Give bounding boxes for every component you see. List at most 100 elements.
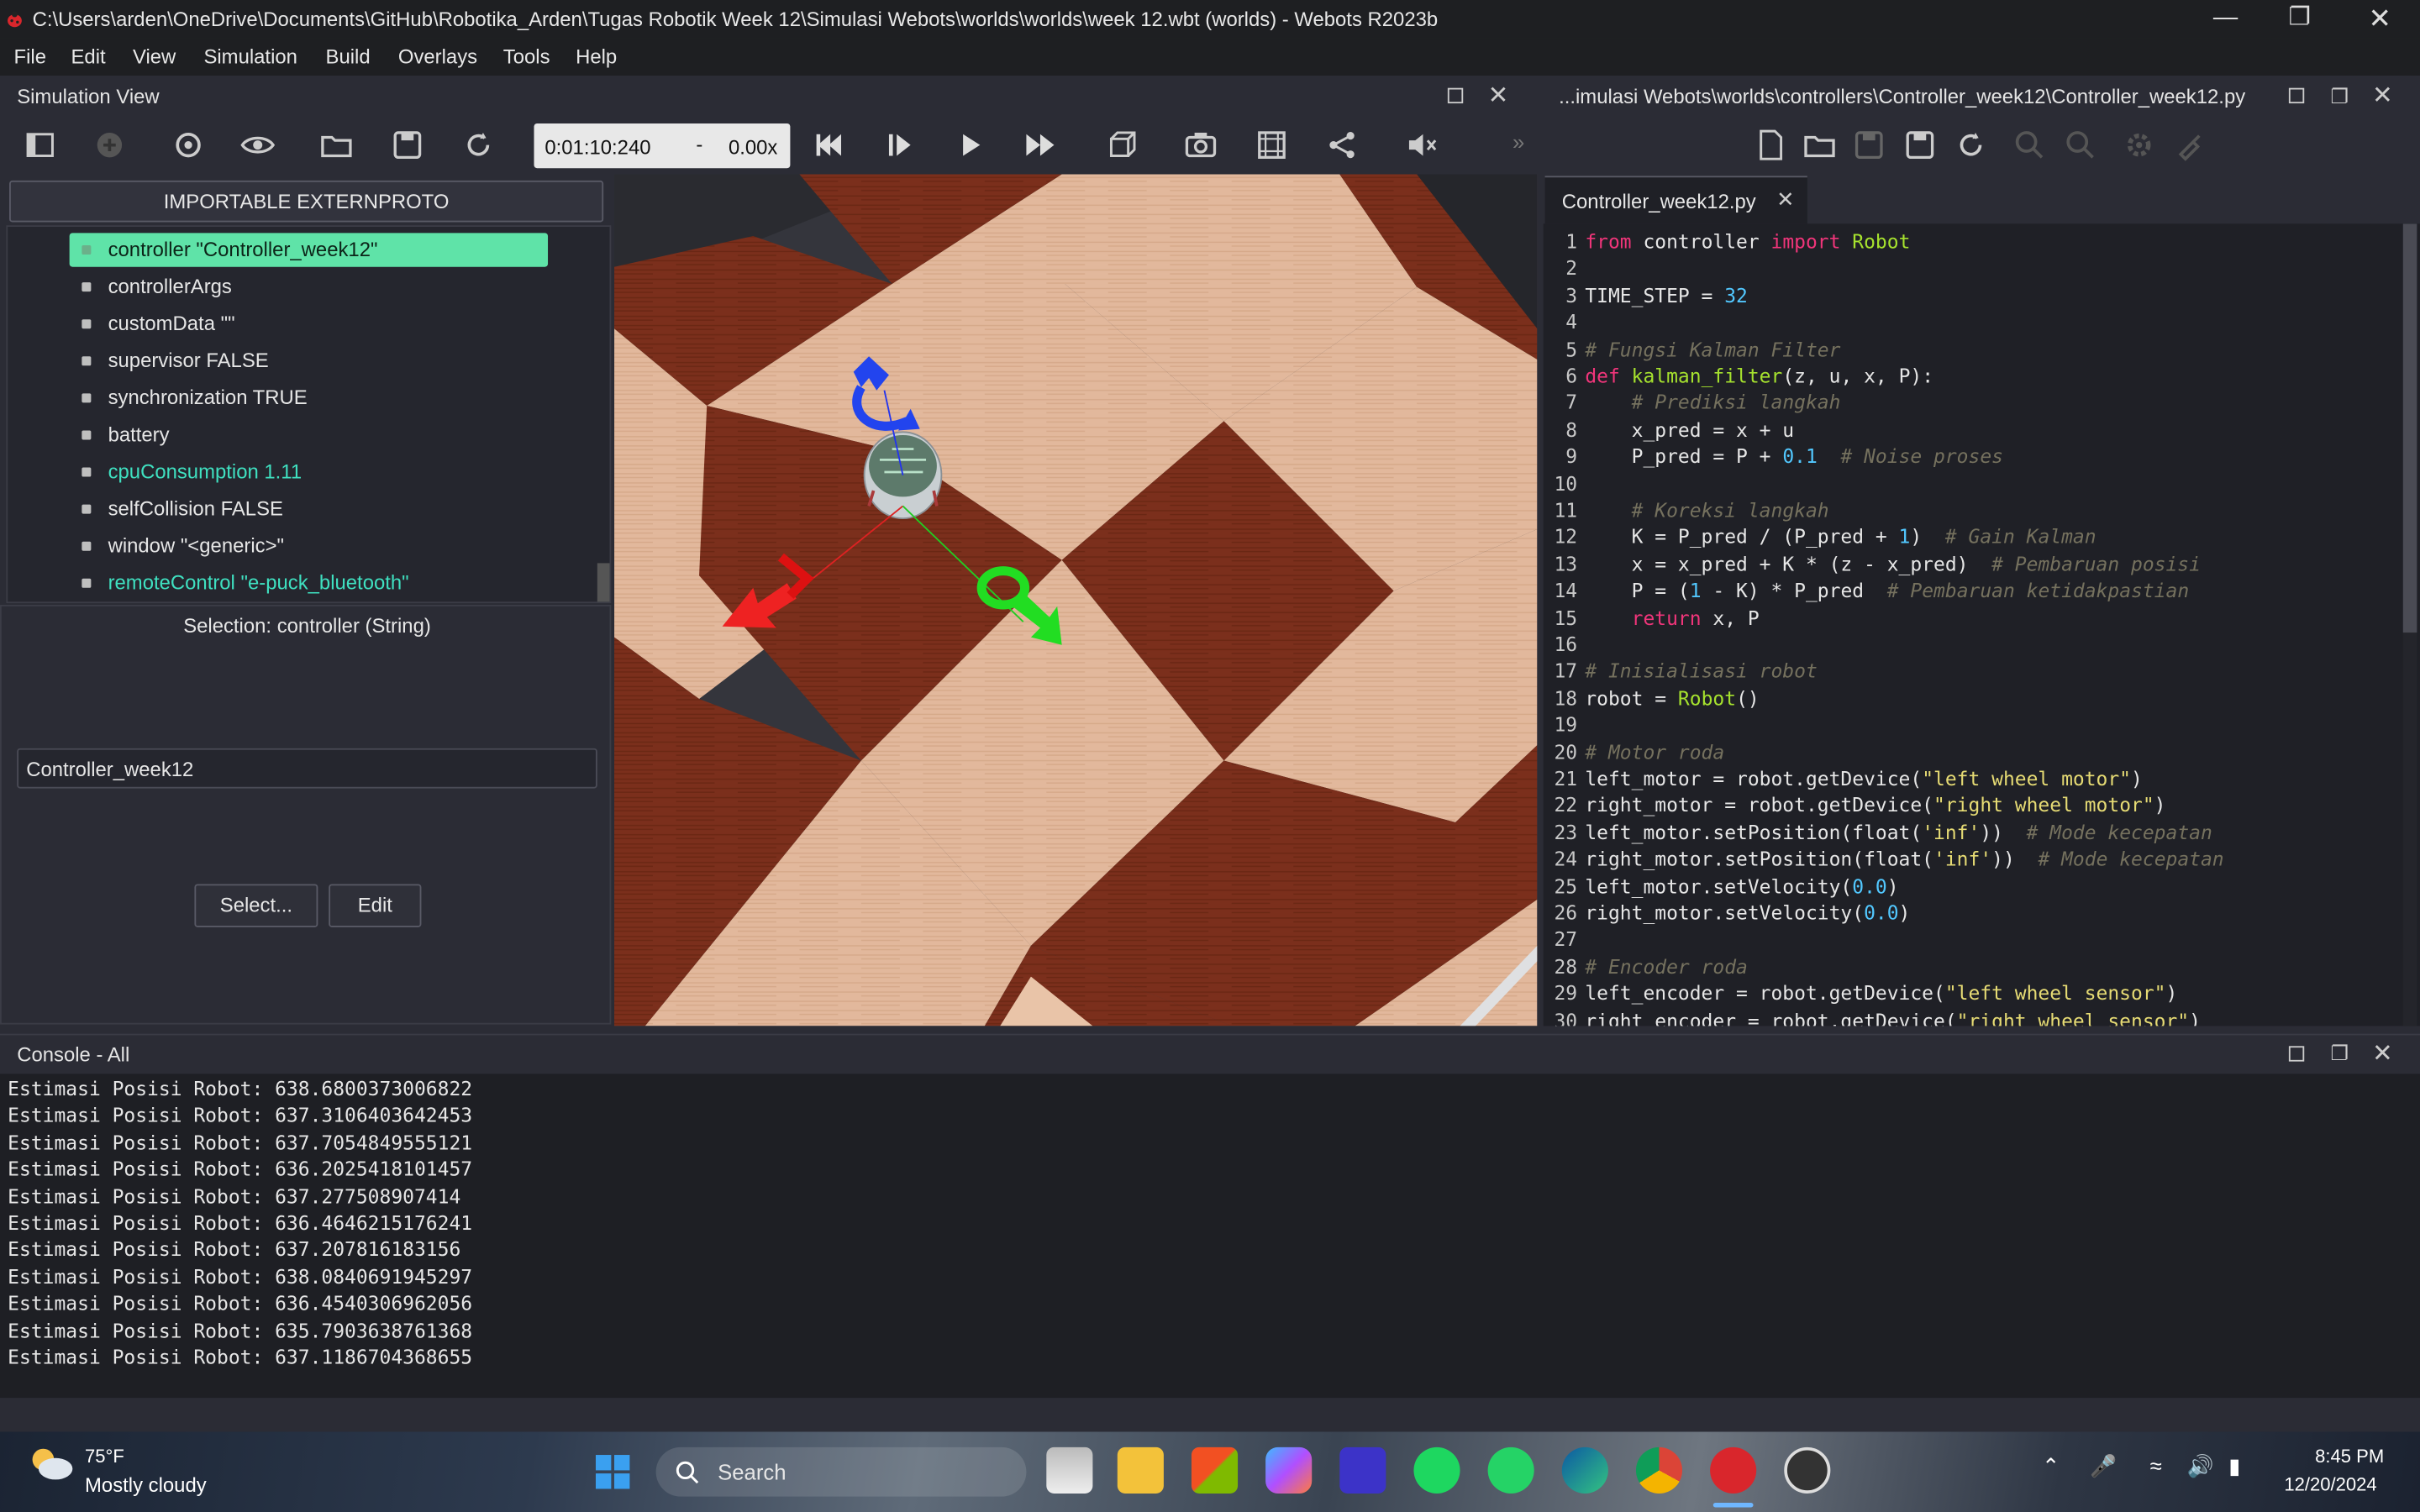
whatsapp-icon[interactable] [1487,1446,1534,1494]
clean-brush-icon[interactable] [2171,127,2208,164]
volume-icon[interactable]: 🔊 [2187,1453,2214,1479]
console-line: Estimasi Posisi Robot: 637.277508907414 [8,1184,461,1208]
weather-cloud-icon[interactable] [28,1444,74,1481]
tree-item-label: battery [108,423,170,446]
tree-item-window[interactable]: window "<generic>" [8,528,594,564]
reset-simulation-icon[interactable] [810,127,847,164]
app-icon[interactable] [1339,1446,1386,1494]
webots-icon[interactable] [1710,1446,1757,1494]
tree-item-controllerargs[interactable]: controllerArgs [8,269,594,306]
replace-icon[interactable] [2062,127,2099,164]
microsoft-store-icon[interactable] [1191,1446,1239,1494]
copilot-icon[interactable] [1265,1446,1313,1494]
reset-viewpoint-icon[interactable] [170,127,207,164]
detach-panel-icon[interactable]: ❐ [2330,85,2348,109]
menu-view[interactable]: View [133,45,176,68]
tree-item-controller[interactable]: controller "Controller_week12" [8,232,594,269]
tree-item-synchronization[interactable]: synchronization TRUE [8,380,594,417]
chrome-icon[interactable] [1635,1446,1683,1494]
windows-start-icon[interactable] [594,1453,631,1490]
screenshot-camera-icon[interactable] [1182,127,1219,164]
projection-icon[interactable] [1103,127,1140,164]
close-window-icon[interactable]: ✕ [2346,3,2414,37]
mute-speaker-icon[interactable] [1403,127,1440,164]
file-explorer-icon[interactable] [1117,1446,1164,1494]
menu-simulation[interactable]: Simulation [203,45,297,68]
float-panel-icon[interactable] [2288,87,2305,104]
close-panel-icon[interactable]: ✕ [2372,1042,2393,1067]
minimize-icon[interactable]: — [2191,3,2260,37]
tree-item-supervisor[interactable]: supervisor FALSE [8,343,594,380]
3d-view[interactable] [614,174,1538,1026]
3d-scene[interactable] [614,174,1538,1026]
clock-date[interactable]: 12/20/2024 [2284,1473,2376,1495]
microphone-icon[interactable]: 🎤 [2090,1453,2117,1479]
taskbar-search-box[interactable]: Search [655,1446,1027,1497]
close-tab-icon[interactable]: ✕ [1776,186,1795,213]
tree-item-remotecontrol[interactable]: remoteControl "e-puck_bluetooth" [8,564,594,601]
menu-tools[interactable]: Tools [503,45,550,68]
tree-item-battery[interactable]: battery [8,417,594,454]
console-line: Estimasi Posisi Robot: 637.7054849555121 [8,1130,473,1154]
menu-edit[interactable]: Edit [71,45,105,68]
line-number: 28 [1554,954,1578,979]
weather-description: Mostly cloudy [85,1473,207,1497]
code-editor[interactable]: 1 from controller import Robot 2 3 TIME_STEP… [1543,223,2420,1026]
select-button[interactable]: Select... [194,884,318,927]
eye-icon[interactable] [239,127,276,164]
spotify-icon[interactable] [1413,1446,1460,1494]
menu-file[interactable]: File [14,45,46,68]
float-panel-icon[interactable] [1447,87,1464,104]
console-line: Estimasi Posisi Robot: 638.0840691945297 [8,1264,473,1289]
line-number: 9 [1565,444,1578,468]
save-icon[interactable] [389,127,426,164]
find-icon[interactable] [2011,127,2048,164]
line-number: 30 [1554,1008,1578,1026]
chevron-up-icon[interactable]: ⌃ [2042,1453,2060,1479]
console-output[interactable]: Estimasi Posisi Robot: 638.6800373006822… [0,1074,2420,1399]
build-gear-icon[interactable] [2121,127,2158,164]
bullet-icon [82,319,92,329]
play-icon[interactable] [952,127,989,164]
wifi-icon[interactable]: ≈ [2150,1453,2162,1478]
edge-icon[interactable] [1561,1446,1608,1494]
menu-overlays[interactable]: Overlays [398,45,477,68]
open-folder-icon[interactable] [318,127,355,164]
menu-build[interactable]: Build [326,45,371,68]
tree-item-cpuconsumption[interactable]: cpuConsumption 1.11 [8,454,594,491]
importable-externproto-button[interactable]: IMPORTABLE EXTERNPROTO [9,180,604,223]
editor-scrollbar-thumb[interactable] [2402,223,2417,633]
menu-help[interactable]: Help [576,45,617,68]
battery-icon[interactable]: ▮ [2228,1453,2240,1479]
edit-button[interactable]: Edit [329,884,422,927]
reload-icon[interactable] [460,127,497,164]
record-movie-icon[interactable] [1253,127,1290,164]
step-icon[interactable] [881,127,918,164]
tree-item-label: controllerArgs [108,274,232,298]
close-panel-icon[interactable]: ✕ [2372,84,2393,108]
clock-time[interactable]: 8:45 PM [2315,1446,2384,1467]
new-file-icon[interactable] [1752,127,1789,164]
bullet-icon [82,393,92,403]
revert-icon[interactable] [1952,127,1989,164]
tree-item-selfcollision[interactable]: selfCollision FALSE [8,491,594,528]
time-separator: - [696,132,703,156]
float-panel-icon[interactable] [2288,1046,2305,1062]
tab-controller-week12[interactable]: Controller_week12.py ✕ [1544,176,1807,224]
more-tools-chevron-icon[interactable]: » [1512,129,1524,154]
share-icon[interactable] [1324,127,1361,164]
tree-scrollbar[interactable] [597,563,610,602]
obs-icon[interactable] [1784,1446,1831,1494]
toggle-scene-tree-icon[interactable] [22,127,59,164]
save-file-icon[interactable] [1850,127,1887,164]
save-as-icon[interactable] [1902,127,1939,164]
restore-icon[interactable]: ❐ [2265,3,2333,37]
tree-item-customdata[interactable]: customData "" [8,306,594,343]
add-node-icon[interactable] [91,127,128,164]
controller-name-field[interactable]: Controller_week12 [17,748,597,789]
detach-panel-icon[interactable]: ❐ [2330,1042,2348,1066]
task-view-icon[interactable] [1046,1446,1093,1494]
fast-forward-icon[interactable] [1022,127,1059,164]
close-panel-icon[interactable]: ✕ [1488,84,1509,108]
open-file-icon[interactable] [1801,127,1838,164]
